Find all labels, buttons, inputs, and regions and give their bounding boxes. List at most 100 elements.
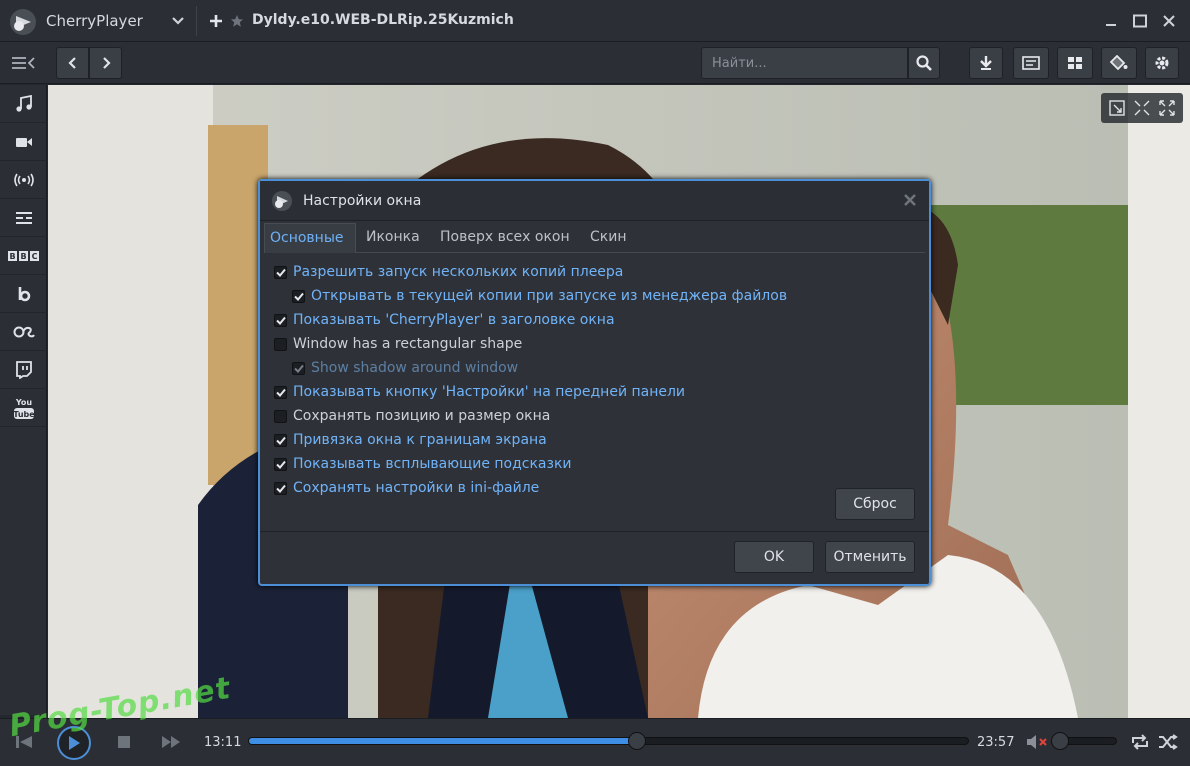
checkbox-checked[interactable] [274, 313, 287, 327]
checkbox-unchecked[interactable] [274, 337, 287, 351]
option-label: Сохранять позицию и размер окна [293, 408, 551, 424]
layout-grid-button[interactable] [1057, 47, 1093, 79]
cancel-button[interactable]: Отменить [825, 541, 915, 573]
option-row[interactable]: Разрешить запуск нескольких копий плеера [274, 261, 623, 283]
option-row[interactable]: Показывать 'CherryPlayer' в заголовке ок… [274, 309, 615, 331]
sidebar-item-video[interactable] [0, 123, 47, 161]
tab-always-on-top[interactable]: Поверх всех окон [435, 223, 575, 253]
maximize-button[interactable] [1127, 9, 1153, 33]
sidebar-item-tv[interactable] [0, 199, 47, 237]
option-label: Показывать кнопку 'Настройки' на передне… [293, 384, 686, 400]
mute-button[interactable] [1024, 732, 1050, 752]
close-button[interactable] [1156, 9, 1182, 33]
svg-text:C: C [31, 252, 37, 261]
checkmark-icon [275, 316, 286, 325]
option-row[interactable]: Привязка окна к границам экрана [274, 429, 547, 451]
option-row[interactable]: Сохранять настройки в ini-файле [274, 477, 539, 499]
fullscreen-icon[interactable] [1158, 100, 1175, 116]
seek-progress-fill [249, 738, 638, 744]
beatport-b-icon [18, 286, 30, 301]
checkbox-checked[interactable] [274, 385, 287, 399]
window-mode-icon[interactable] [1109, 100, 1126, 116]
grid-icon [1068, 57, 1082, 69]
current-time: 13:11 [204, 735, 242, 750]
broadcast-icon [13, 173, 34, 186]
sidebar-item-youtube[interactable]: You Tube [0, 389, 47, 427]
checkbox-unchecked[interactable] [274, 409, 287, 423]
dialog-title: Настройки окна [303, 193, 422, 209]
volume-slider[interactable] [1051, 732, 1117, 750]
svg-text:You: You [14, 398, 32, 407]
checkbox-checked [292, 361, 305, 375]
sidebar-toggle-menu-icon[interactable] [0, 42, 47, 84]
settings-button[interactable] [1145, 47, 1179, 79]
option-label: Show shadow around window [311, 360, 519, 376]
fast-forward-icon [162, 736, 180, 748]
music-note-icon [15, 94, 32, 112]
repeat-icon [1132, 734, 1148, 750]
shuffle-button[interactable] [1156, 731, 1180, 753]
speaker-muted-icon [1027, 735, 1047, 749]
tv-guide-icon [15, 211, 32, 224]
checkmark-icon [275, 484, 286, 493]
seek-slider[interactable] [248, 732, 969, 750]
search-input[interactable] [701, 47, 908, 79]
sidebar-item-beatport[interactable] [0, 275, 47, 313]
ok-button[interactable]: OK [734, 541, 814, 573]
tab-icon[interactable]: Иконка [361, 223, 425, 253]
option-row[interactable]: Window has a rectangular shape [274, 333, 522, 355]
checkmark-icon [293, 292, 304, 301]
repeat-button[interactable] [1128, 731, 1152, 753]
stop-icon [118, 736, 130, 748]
dialog-close-button[interactable] [901, 191, 919, 209]
checkmark-icon [275, 388, 286, 397]
compact-mode-icon[interactable] [1134, 100, 1150, 116]
back-button[interactable] [56, 47, 89, 79]
option-label: Разрешить запуск нескольких копий плеера [293, 264, 624, 280]
download-button[interactable] [969, 47, 1003, 79]
paint-bucket-icon [1110, 55, 1128, 71]
option-row: Show shadow around window [292, 357, 518, 379]
skin-paint-button[interactable] [1101, 47, 1137, 79]
option-row[interactable]: Сохранять позицию и размер окна [274, 405, 550, 427]
tab-basic[interactable]: Основные [264, 223, 356, 253]
forward-button[interactable] [89, 47, 122, 79]
sidebar-item-music[interactable] [0, 85, 47, 123]
checkbox-checked[interactable] [274, 457, 287, 471]
sidebar-item-bbc[interactable]: BBC [0, 237, 47, 275]
checkbox-checked[interactable] [274, 481, 287, 495]
checkbox-checked[interactable] [274, 433, 287, 447]
dialog-title-bar[interactable]: Настройки окна [260, 181, 929, 221]
reset-button[interactable]: Сброс [835, 488, 915, 520]
playlist-button[interactable] [1013, 47, 1049, 79]
checkbox-checked[interactable] [292, 289, 305, 303]
stop-button[interactable] [113, 731, 135, 753]
next-button[interactable] [158, 731, 186, 753]
option-row[interactable]: Открывать в текущей копии при запуске из… [292, 285, 787, 307]
volume-handle[interactable] [1051, 732, 1069, 750]
checkmark-icon [275, 436, 286, 445]
title-bar: CherryPlayer Dyldy.e10.WEB-DLRip.25Kuzmi… [0, 0, 1190, 42]
svg-text:Tube: Tube [13, 410, 35, 419]
bbc-icon: BBC [7, 250, 39, 261]
sidebar-item-lastfm[interactable] [0, 313, 47, 351]
sidebar-item-twitch[interactable] [0, 351, 47, 389]
add-plus-icon[interactable] [206, 9, 226, 33]
checkbox-checked[interactable] [274, 265, 287, 279]
option-label: Открывать в текущей копии при запуске из… [311, 288, 788, 304]
search-button[interactable] [908, 47, 940, 79]
option-row[interactable]: Показывать кнопку 'Настройки' на передне… [274, 381, 685, 403]
app-menu-chevron-down-icon[interactable] [166, 9, 190, 33]
svg-text:B: B [9, 252, 15, 261]
seek-handle[interactable] [628, 732, 647, 750]
tab-skin[interactable]: Скин [585, 223, 631, 253]
top-toolbar [0, 42, 1190, 84]
favorite-star-icon[interactable] [228, 9, 246, 33]
sources-sidebar: BBC You Tube [0, 85, 47, 715]
gear-icon [1155, 56, 1169, 70]
option-label: Привязка окна к границам экрана [293, 432, 547, 448]
minimize-button[interactable] [1098, 9, 1124, 33]
shuffle-icon [1159, 734, 1178, 750]
sidebar-item-radio[interactable] [0, 161, 47, 199]
option-row[interactable]: Показывать всплывающие подсказки [274, 453, 572, 475]
